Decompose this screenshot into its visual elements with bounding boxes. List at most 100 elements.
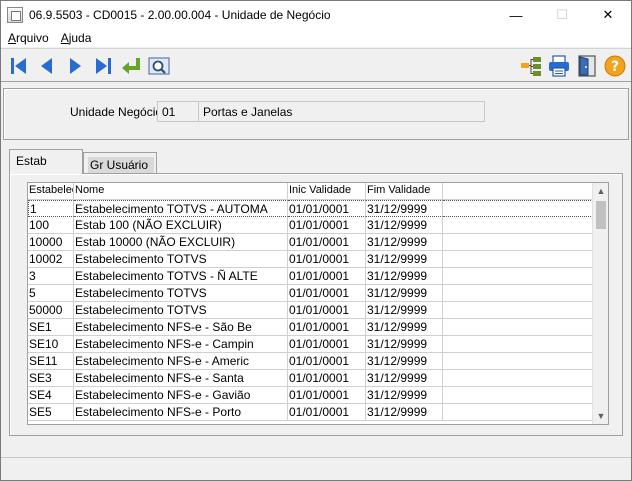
cell-fim-validade: 31/12/9999 (366, 285, 443, 302)
help-button[interactable]: ? (603, 54, 627, 78)
search-button[interactable] (147, 54, 171, 78)
table-row[interactable]: SE3 Estabelecimento NFS-e - Santa 01/01/00… (28, 370, 593, 387)
cell-nome: Estabelecimento TOTVS (74, 302, 288, 319)
cell-spacer (443, 234, 593, 251)
toolbar: ? (1, 48, 631, 82)
menu-ajuda[interactable]: Ajuda (55, 31, 98, 45)
column-header-nome[interactable]: Nome (74, 183, 288, 200)
cell-spacer (443, 353, 593, 370)
cell-inic-validade: 01/01/0001 (288, 217, 366, 234)
column-header-inic-validade[interactable]: Inic Validade (288, 183, 366, 200)
print-button[interactable] (547, 54, 571, 78)
cell-estabelecimento: SE3 (28, 370, 74, 387)
last-arrow-icon (96, 58, 111, 74)
grid-header: Estabelecimento Nome Inic Validade Fim V… (28, 183, 593, 200)
next-arrow-icon (70, 58, 81, 74)
table-row[interactable]: SE5 Estabelecimento NFS-e - Porto 01/01/00… (28, 404, 593, 421)
window-title: 06.9.5503 - CD0015 - 2.00.00.004 - Unida… (29, 8, 331, 22)
table-row[interactable]: 3 Estabelecimento TOTVS - Ñ ALTE 01/01/000… (28, 268, 593, 285)
table-row[interactable]: SE1 Estabelecimento NFS-e - São Be 01/01/0… (28, 319, 593, 336)
table-row[interactable]: 1 Estabelecimento TOTVS - AUTOMA 01/01/000… (28, 200, 593, 217)
cell-nome: Estabelecimento NFS-e - Gavião (74, 387, 288, 404)
cell-inic-validade: 01/01/0001 (288, 285, 366, 302)
previous-record-button[interactable] (35, 54, 59, 78)
cell-spacer (443, 387, 593, 404)
column-header-estabelecimento[interactable]: Estabelecimento (28, 183, 74, 200)
cell-fim-validade: 31/12/9999 (366, 234, 443, 251)
title-bar[interactable]: 06.9.5503 - CD0015 - 2.00.00.004 - Unida… (1, 1, 631, 29)
last-record-button[interactable] (91, 54, 115, 78)
cell-inic-validade: 01/01/0001 (288, 268, 366, 285)
door-exit-icon (578, 55, 596, 77)
business-unit-description-field: Portas e Janelas (198, 101, 485, 122)
minimize-button[interactable]: — (493, 1, 539, 29)
cell-estabelecimento: 100 (28, 217, 74, 234)
cell-nome: Estabelecimento NFS-e - Campin (74, 336, 288, 353)
cell-spacer (443, 251, 593, 268)
cell-spacer (443, 336, 593, 353)
first-record-button[interactable] (7, 54, 31, 78)
cell-spacer (443, 200, 593, 217)
cell-estabelecimento: 3 (28, 268, 74, 285)
tab-estab-label: Estab (16, 154, 47, 168)
tabs-area: Estab Gr Usuário Estabelecimento Nome In… (1, 144, 631, 444)
cell-inic-validade: 01/01/0001 (288, 336, 366, 353)
cell-nome: Estabelecimento NFS-e - São Be (74, 319, 288, 336)
scroll-thumb[interactable] (596, 201, 606, 229)
cell-estabelecimento: SE11 (28, 353, 74, 370)
establishments-grid[interactable]: Estabelecimento Nome Inic Validade Fim V… (27, 182, 609, 425)
cell-spacer (443, 217, 593, 234)
cell-spacer (443, 404, 593, 421)
next-record-button[interactable] (63, 54, 87, 78)
cell-fim-validade: 31/12/9999 (366, 370, 443, 387)
tab-gr-usuario-label: Gr Usuário (88, 157, 154, 173)
cell-nome: Estab 10000 (NÃO EXCLUIR) (74, 234, 288, 251)
cell-nome: Estabelecimento TOTVS - Ñ ALTE (74, 268, 288, 285)
table-row[interactable]: SE11 Estabelecimento NFS-e - Americ 01/01/… (28, 353, 593, 370)
business-unit-label: Unidade Negócio: (70, 105, 166, 119)
cell-spacer (443, 319, 593, 336)
cell-nome: Estabelecimento TOTVS - AUTOMA (74, 200, 288, 217)
tab-gr-usuario[interactable]: Gr Usuário (83, 152, 157, 174)
scroll-down-icon[interactable]: ▼ (593, 408, 608, 424)
cell-fim-validade: 31/12/9999 (366, 251, 443, 268)
cell-spacer (443, 285, 593, 302)
help-question-icon: ? (604, 55, 626, 77)
cell-estabelecimento: SE5 (28, 404, 74, 421)
menu-arquivo[interactable]: Arquivo (1, 31, 55, 45)
table-row[interactable]: SE10 Estabelecimento NFS-e - Campin 01/01/… (28, 336, 593, 353)
menu-ajuda-label: juda (68, 31, 92, 45)
cell-inic-validade: 01/01/0001 (288, 200, 366, 217)
cell-spacer (443, 302, 593, 319)
cell-fim-validade: 31/12/9999 (366, 217, 443, 234)
grid-body: 1 Estabelecimento TOTVS - AUTOMA 01/01/000… (28, 200, 593, 421)
cell-fim-validade: 31/12/9999 (366, 302, 443, 319)
cell-nome: Estabelecimento NFS-e - Santa (74, 370, 288, 387)
prev-arrow-icon (41, 58, 52, 74)
table-row[interactable]: SE4 Estabelecimento NFS-e - Gavião 01/01/0… (28, 387, 593, 404)
cell-spacer (443, 268, 593, 285)
maximize-button: ☐ (556, 7, 568, 22)
go-to-button[interactable] (119, 54, 143, 78)
tab-estab[interactable]: Estab (9, 149, 83, 174)
status-bar (1, 457, 631, 480)
vertical-scrollbar[interactable]: ▲ ▼ (592, 183, 608, 424)
menu-bar: Arquivo Ajuda (1, 29, 631, 47)
exit-button[interactable] (575, 54, 599, 78)
table-row[interactable]: 100 Estab 100 (NÃO EXCLUIR) 01/01/0001 31/1… (28, 217, 593, 234)
cell-inic-validade: 01/01/0001 (288, 387, 366, 404)
scroll-up-icon[interactable]: ▲ (593, 183, 608, 199)
close-button[interactable]: ✕ (585, 1, 631, 29)
tree-button[interactable] (519, 54, 543, 78)
cell-estabelecimento: 10000 (28, 234, 74, 251)
table-row[interactable]: 10000 Estab 10000 (NÃO EXCLUIR) 01/01/0001… (28, 234, 593, 251)
table-row[interactable]: 10002 Estabelecimento TOTVS 01/01/0001 31/1… (28, 251, 593, 268)
cell-fim-validade: 31/12/9999 (366, 404, 443, 421)
first-arrow-icon (11, 58, 26, 74)
cell-estabelecimento: 1 (28, 200, 74, 217)
table-row[interactable]: 5 Estabelecimento TOTVS 01/01/0001 31/12/99… (28, 285, 593, 302)
cell-fim-validade: 31/12/9999 (366, 319, 443, 336)
cell-inic-validade: 01/01/0001 (288, 251, 366, 268)
column-header-fim-validade[interactable]: Fim Validade (366, 183, 443, 200)
table-row[interactable]: 50000 Estabelecimento TOTVS 01/01/0001 31/1… (28, 302, 593, 319)
